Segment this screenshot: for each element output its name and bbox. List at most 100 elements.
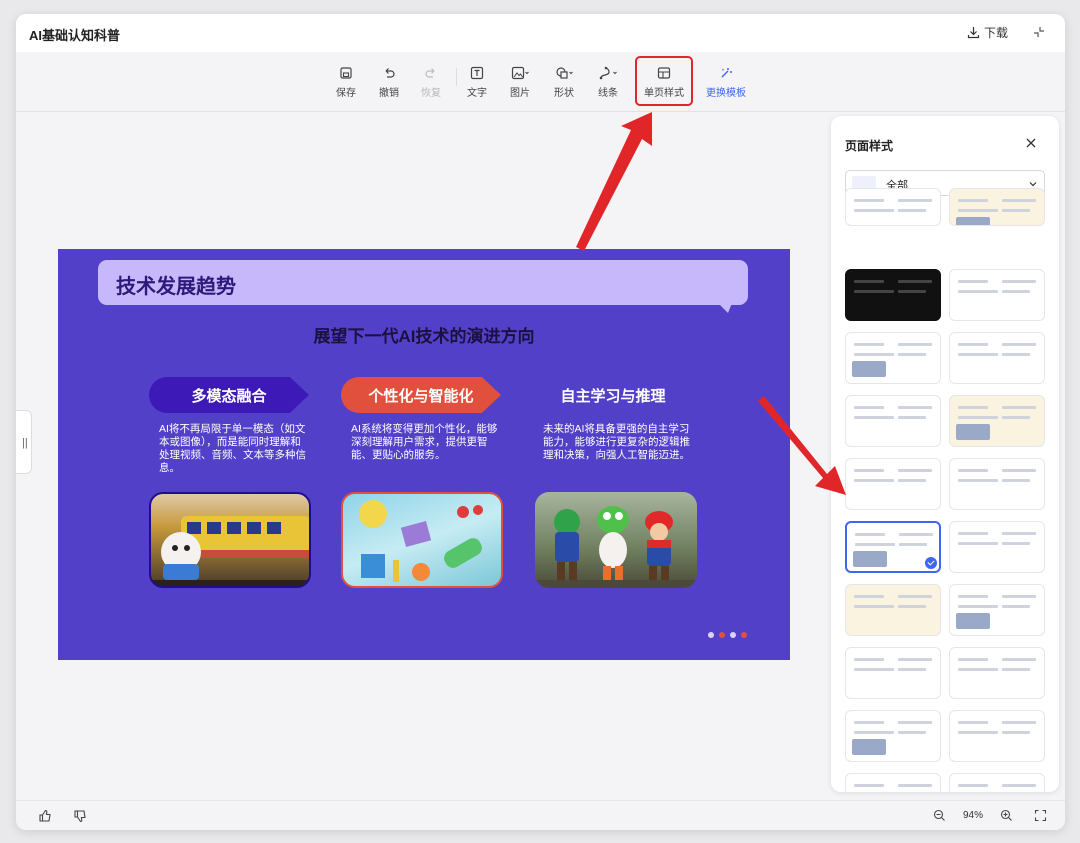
download-button[interactable]: 下载 [967, 24, 1008, 41]
toy-train-image[interactable] [149, 492, 311, 588]
thumbnail-placeholder-bar [898, 416, 926, 419]
thumbnail-placeholder-bar [854, 353, 894, 356]
thumbnail-placeholder-bar [898, 199, 932, 202]
thumbnail-placeholder-bar [1002, 209, 1030, 212]
column-text-3[interactable]: 未来的AI将具备更强的自主学习能力，能够进行更复杂的逻辑推理和决策，向强人工智能… [543, 423, 691, 462]
thumbnail-placeholder-bar [1002, 668, 1030, 671]
thumbs-up-icon[interactable] [38, 809, 52, 823]
column-text-1[interactable]: AI将不再局限于单一模态（如文本或图像），而是能同时理解和处理视频、音频、文本等… [159, 423, 307, 475]
mario-figures-image[interactable] [535, 492, 697, 588]
zoom-out-icon[interactable] [933, 809, 946, 822]
collapse-icon[interactable] [1032, 25, 1046, 39]
thumbnail-placeholder-bar [1002, 280, 1036, 283]
thumbnail-placeholder-bar [958, 668, 998, 671]
style-thumbnail[interactable] [949, 647, 1045, 699]
style-thumbnail[interactable] [949, 710, 1045, 762]
single-page-style-button[interactable]: 单页样式 [635, 66, 693, 99]
thumbnail-placeholder-bar [854, 209, 894, 212]
thumbnail-placeholder-bar [1002, 406, 1036, 409]
image-button[interactable]: 图片 [500, 66, 540, 99]
thumbnail-placeholder-bar [958, 532, 988, 535]
thumbnail-placeholder-bar [854, 479, 894, 482]
thumbnail-placeholder-bar [958, 605, 998, 608]
thumbnail-placeholder-bar [958, 479, 998, 482]
thumbnail-placeholder-bar [958, 542, 998, 545]
redo-label: 恢复 [421, 88, 441, 99]
style-thumbnail[interactable] [949, 395, 1045, 447]
slide-canvas[interactable]: 技术发展趋势 展望下一代AI技术的演进方向 多模态融合 个性化与智能化 自主学习… [58, 249, 790, 660]
text-icon [470, 66, 484, 80]
line-label: 线条 [598, 88, 618, 99]
redo-button[interactable]: 恢复 [411, 66, 451, 99]
column-text-2[interactable]: AI系统将变得更加个性化，能够深刻理解用户需求，提供更智能、更贴心的服务。 [351, 423, 499, 462]
slide-page-dots [708, 632, 747, 638]
style-thumbnail[interactable] [845, 584, 941, 636]
download-label: 下载 [984, 26, 1009, 40]
download-icon [967, 27, 980, 39]
style-thumbnail[interactable] [845, 647, 941, 699]
thumbnail-placeholder-bar [1002, 469, 1036, 472]
style-thumbnail[interactable] [949, 332, 1045, 384]
thumbnail-placeholder-bar [854, 469, 884, 472]
style-thumbnail[interactable] [845, 710, 941, 762]
style-thumbnail[interactable] [845, 332, 941, 384]
style-thumbnail[interactable] [845, 773, 941, 792]
style-thumbnail[interactable] [949, 188, 1045, 226]
thumbnail-picture [853, 551, 887, 567]
zoom-level[interactable]: 94% [963, 810, 983, 821]
thumbnail-placeholder-bar [1002, 721, 1036, 724]
slide-title[interactable]: 技术发展趋势 [116, 270, 236, 299]
magic-wand-icon [721, 68, 732, 78]
thumbnail-placeholder-bar [1002, 542, 1030, 545]
style-thumbnail[interactable] [845, 521, 941, 573]
column-heading-3[interactable]: 自主学习与推理 [533, 377, 693, 413]
zoom-in-icon[interactable] [1000, 809, 1013, 822]
thumbs-down-icon[interactable] [73, 809, 87, 823]
fit-screen-icon[interactable] [1034, 809, 1047, 822]
panel-title: 页面样式 [845, 139, 894, 153]
line-button[interactable]: 线条 [588, 66, 628, 99]
slide-subtitle[interactable]: 展望下一代AI技术的演进方向 [58, 322, 790, 347]
selected-check-icon [925, 557, 937, 569]
thumbnail-placeholder-bar [1002, 532, 1036, 535]
style-thumbnail[interactable] [949, 458, 1045, 510]
thumbnail-placeholder-bar [958, 469, 988, 472]
thumbnail-placeholder-bar [899, 543, 927, 546]
thumbnail-placeholder-bar [855, 533, 885, 536]
style-thumbnail[interactable] [845, 188, 941, 226]
close-icon[interactable] [1024, 136, 1038, 150]
toys-illustration [359, 500, 483, 582]
undo-button[interactable]: 撤销 [369, 66, 409, 99]
left-panel-handle[interactable]: || [16, 410, 32, 474]
toys-image[interactable] [341, 492, 503, 588]
column-heading-2[interactable]: 个性化与智能化 [341, 377, 501, 413]
thumbnail-placeholder-bar [898, 353, 926, 356]
page-dot [719, 632, 725, 638]
thumbnail-placeholder-bar [854, 595, 884, 598]
shape-icon [556, 67, 573, 79]
mario-figures-illustration [535, 506, 697, 588]
style-thumbnail[interactable] [949, 773, 1045, 792]
save-button[interactable]: 保存 [326, 66, 366, 99]
shape-button[interactable]: 形状 [544, 66, 584, 99]
change-template-button[interactable]: 更换模板 [701, 66, 751, 99]
toy-train-illustration [151, 516, 309, 586]
change-template-label: 更换模板 [706, 88, 746, 99]
thumbnail-picture [852, 739, 886, 755]
text-button[interactable]: 文字 [457, 66, 497, 99]
thumbnail-placeholder-bar [898, 290, 926, 293]
thumbnail-placeholder-bar [1002, 605, 1030, 608]
thumbnail-placeholder-bar [958, 731, 998, 734]
thumbnail-placeholder-bar [1002, 479, 1030, 482]
style-thumbnail[interactable] [845, 395, 941, 447]
style-thumbnail[interactable] [949, 521, 1045, 573]
thumbnail-placeholder-bar [958, 280, 988, 283]
thumbnail-placeholder-bar [958, 721, 988, 724]
style-thumbnail[interactable] [949, 269, 1045, 321]
thumbnail-placeholder-bar [854, 605, 894, 608]
style-thumbnail[interactable] [845, 269, 941, 321]
style-thumbnail[interactable] [949, 584, 1045, 636]
column-heading-1[interactable]: 多模态融合 [149, 377, 309, 413]
thumbnail-placeholder-bar [898, 595, 932, 598]
style-thumbnail[interactable] [845, 458, 941, 510]
